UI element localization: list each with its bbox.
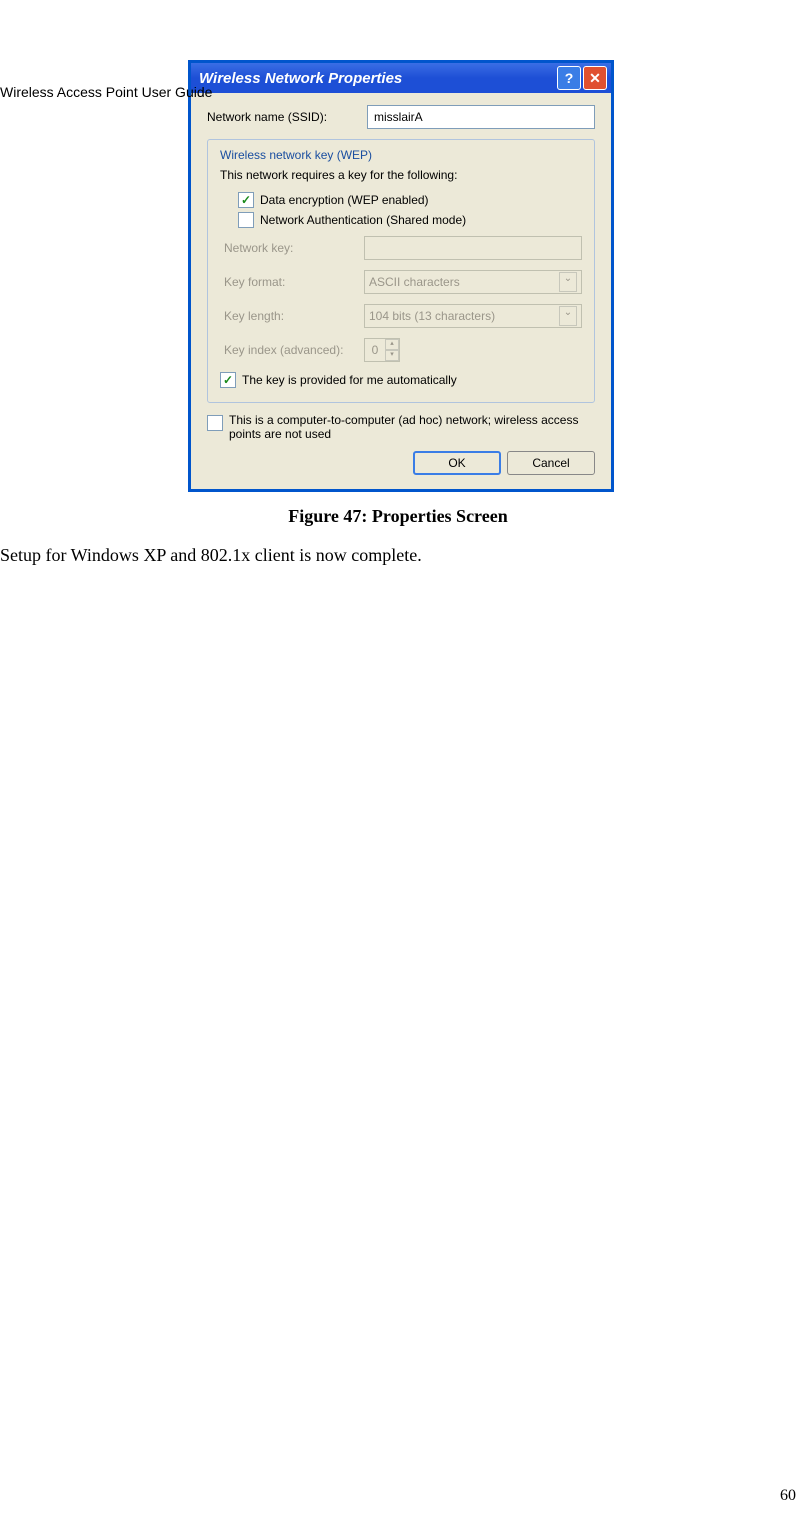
key-length-value: 104 bits (13 characters) (369, 309, 495, 323)
page-number: 60 (780, 1487, 796, 1505)
cb-row-network-auth[interactable]: Network Authentication (Shared mode) (238, 212, 582, 228)
wep-note: This network requires a key for the foll… (220, 168, 582, 182)
cb-label-auto-key: The key is provided for me automatically (242, 373, 457, 387)
page-header: Wireless Access Point User Guide (0, 84, 212, 100)
check-icon: ✓ (223, 373, 233, 387)
checkbox-adhoc[interactable] (207, 415, 223, 431)
key-format-value: ASCII characters (369, 275, 460, 289)
figure-caption: Figure 47: Properties Screen (188, 506, 608, 527)
spinner-up-icon: ▴ (385, 339, 399, 350)
wep-legend: Wireless network key (WEP) (216, 148, 376, 162)
cancel-button[interactable]: Cancel (507, 451, 595, 475)
close-icon: ✕ (589, 70, 601, 87)
titlebar: Wireless Network Properties ? ✕ (191, 63, 611, 93)
check-icon: ✓ (241, 193, 251, 207)
cb-label-data-encryption: Data encryption (WEP enabled) (260, 193, 429, 207)
cb-row-auto-key[interactable]: ✓ The key is provided for me automatical… (220, 372, 582, 388)
key-length-label: Key length: (224, 309, 364, 323)
ok-button[interactable]: OK (413, 451, 501, 475)
checkbox-data-encryption[interactable]: ✓ (238, 192, 254, 208)
cb-label-network-auth: Network Authentication (Shared mode) (260, 213, 466, 227)
key-format-label: Key format: (224, 275, 364, 289)
ssid-input[interactable] (367, 105, 595, 129)
cb-row-data-encryption[interactable]: ✓ Data encryption (WEP enabled) (238, 192, 582, 208)
wep-key-group: Wireless network key (WEP) This network … (207, 139, 595, 403)
key-index-label: Key index (advanced): (224, 343, 364, 357)
checkbox-network-auth[interactable] (238, 212, 254, 228)
wireless-network-properties-dialog: Wireless Network Properties ? ✕ Network … (188, 60, 614, 492)
network-key-label: Network key: (224, 241, 364, 255)
checkbox-auto-key[interactable]: ✓ (220, 372, 236, 388)
chevron-down-icon: ⌄ (559, 306, 577, 326)
key-length-select: 104 bits (13 characters) ⌄ (364, 304, 582, 328)
close-button[interactable]: ✕ (583, 66, 607, 90)
help-icon: ? (565, 70, 574, 86)
network-key-input (364, 236, 582, 260)
cb-label-adhoc: This is a computer-to-computer (ad hoc) … (229, 413, 595, 441)
spinner-down-icon: ▾ (385, 350, 399, 361)
body-paragraph: Setup for Windows XP and 802.1x client i… (0, 545, 796, 566)
key-index-value: 0 (365, 343, 385, 357)
dialog-title: Wireless Network Properties (199, 70, 555, 87)
chevron-down-icon: ⌄ (559, 272, 577, 292)
cb-row-adhoc[interactable]: This is a computer-to-computer (ad hoc) … (207, 413, 595, 441)
key-index-spinner: 0 ▴ ▾ (364, 338, 400, 362)
help-button[interactable]: ? (557, 66, 581, 90)
ssid-label: Network name (SSID): (207, 110, 367, 124)
key-format-select: ASCII characters ⌄ (364, 270, 582, 294)
